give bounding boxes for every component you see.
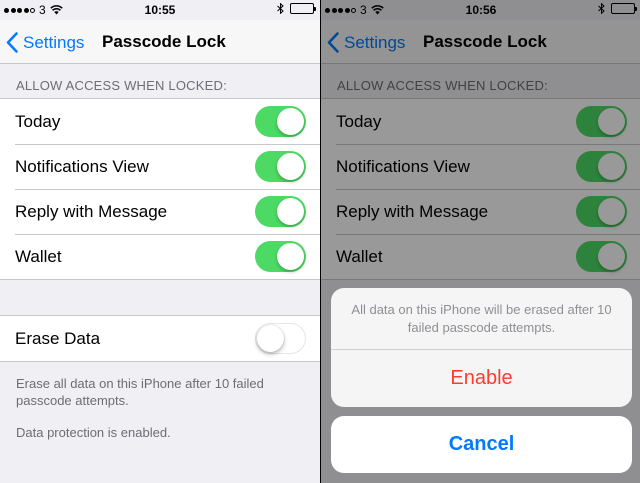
- row-label: Erase Data: [15, 328, 101, 348]
- action-sheet-cancel-group: Cancel: [331, 416, 632, 473]
- status-time: 10:55: [144, 3, 176, 17]
- section-header-allow-access: ALLOW ACCESS WHEN LOCKED:: [16, 78, 227, 93]
- modal-overlay[interactable]: [321, 0, 640, 483]
- erase-data-group: Erase Data: [0, 315, 320, 362]
- row-label: Reply with Message: [15, 201, 168, 221]
- toggle-knob: [277, 108, 304, 135]
- action-sheet: All data on this iPhone will be erased a…: [331, 288, 632, 407]
- screen-passcode-lock: 3 10:55 Settings Passcode Lock ALLOW ACC…: [0, 0, 320, 483]
- settings-row-wallet: Wallet: [0, 234, 320, 279]
- toggle-knob: [277, 198, 304, 225]
- toggle-knob: [277, 153, 304, 180]
- toggle-reply-with-message[interactable]: [255, 196, 306, 227]
- toggle-wallet[interactable]: [255, 241, 306, 272]
- back-button[interactable]: Settings: [6, 32, 84, 53]
- toggle-knob: [277, 243, 304, 270]
- toggle-today[interactable]: [255, 106, 306, 137]
- toggle-erase-data[interactable]: [255, 323, 306, 354]
- settings-row-today: Today: [0, 99, 320, 144]
- battery-icon: [290, 3, 316, 14]
- enable-button[interactable]: Enable: [331, 350, 632, 407]
- navigation-bar: Settings Passcode Lock: [0, 20, 320, 64]
- allow-access-group: Today Notifications View Reply with Mess…: [0, 98, 320, 280]
- back-button-label: Settings: [23, 32, 85, 52]
- row-label: Today: [15, 111, 61, 131]
- action-sheet-message: All data on this iPhone will be erased a…: [331, 288, 632, 350]
- status-bar: 3 10:55: [0, 0, 320, 20]
- data-protection-footnote: Data protection is enabled.: [16, 425, 171, 440]
- settings-row-erase-data: Erase Data: [0, 316, 320, 361]
- toggle-knob: [257, 325, 284, 352]
- bluetooth-icon: [277, 3, 284, 14]
- settings-row-notifications-view: Notifications View: [0, 144, 320, 189]
- settings-row-reply-with-message: Reply with Message: [0, 189, 320, 234]
- row-label: Wallet: [15, 246, 62, 266]
- row-label: Notifications View: [15, 156, 149, 176]
- cancel-button[interactable]: Cancel: [331, 416, 632, 473]
- erase-data-footnote: Erase all data on this iPhone after 10 f…: [16, 376, 264, 408]
- toggle-notifications-view[interactable]: [255, 151, 306, 182]
- screen-passcode-lock-confirm: 3 10:56 Settings Passcode Lock ALLOW ACC…: [321, 0, 640, 483]
- chevron-left-icon: [6, 32, 18, 53]
- page-title: Passcode Lock: [102, 32, 226, 51]
